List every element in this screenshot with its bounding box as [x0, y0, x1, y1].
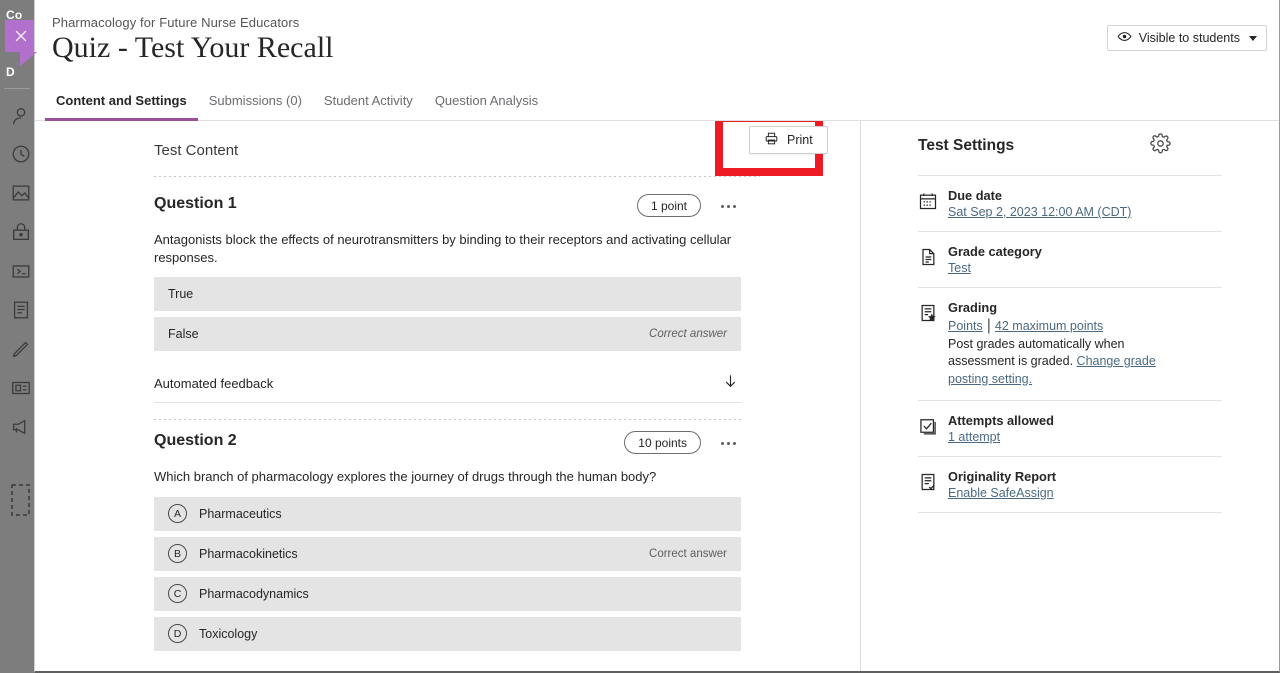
print-label: Print: [787, 133, 813, 147]
setting-grade-category: Grade category Test: [861, 232, 1279, 287]
question-prompt: Antagonists block the effects of neurotr…: [154, 232, 732, 265]
automated-feedback-toggle[interactable]: Automated feedback: [154, 365, 741, 404]
section-title: Test Content: [154, 142, 239, 159]
tab-submissions[interactable]: Submissions (0): [198, 93, 313, 120]
option-text: True: [168, 287, 194, 302]
arrow-down-icon: [722, 372, 739, 393]
due-date-link[interactable]: Sat Sep 2, 2023 12:00 AM (CDT): [948, 205, 1171, 219]
correct-answer-label: Correct answer: [649, 547, 727, 560]
main-panel: Pharmacology for Future Nurse Educators …: [34, 0, 1280, 673]
setting-grading: Grading Points | 42 maximum points Post gr…: [861, 288, 1279, 400]
answer-option[interactable]: True: [154, 277, 741, 312]
breadcrumb: Pharmacology for Future Nurse Educators: [52, 15, 300, 30]
setting-label: Due date: [948, 188, 1003, 203]
setting-attempts-allowed: Attempts allowed 1 attempt: [861, 401, 1279, 456]
settings-rule: [918, 511, 1222, 513]
option-letter: B: [168, 544, 187, 564]
print-button-wrap: Print: [715, 121, 828, 176]
rail-label-dashboard[interactable]: D: [6, 65, 15, 79]
test-content-header: Test Content Print: [35, 121, 860, 183]
option-text: Toxicology: [199, 626, 258, 641]
answer-option[interactable]: A Pharmaceutics: [154, 496, 741, 531]
attempts-link[interactable]: 1 attempt: [948, 430, 1171, 444]
visibility-label: Visible to students: [1138, 31, 1240, 45]
option-text: Pharmacodynamics: [199, 586, 309, 601]
chevron-down-icon: [1249, 35, 1257, 41]
answer-option[interactable]: C Pharmacodynamics: [154, 576, 741, 611]
activity-clock-icon[interactable]: [8, 141, 34, 167]
calendar-rail-icon[interactable]: [8, 258, 34, 284]
option-letter: A: [168, 504, 187, 524]
correct-answer-label: Correct answer: [649, 328, 727, 341]
page-header: Pharmacology for Future Nurse Educators …: [35, 0, 1279, 80]
checkbox-icon: [918, 416, 938, 436]
answer-option[interactable]: False Correct answer: [154, 317, 741, 352]
max-points-link[interactable]: 42 maximum points: [995, 319, 1103, 333]
setting-label: Attempts allowed: [948, 412, 1054, 428]
visibility-dropdown-button[interactable]: Visible to students: [1106, 25, 1267, 51]
profile-icon[interactable]: [8, 103, 34, 129]
automated-feedback-label: Automated feedback: [154, 376, 274, 392]
setting-label: Grading: [948, 300, 998, 315]
option-text: False: [168, 327, 199, 342]
grade-category-link[interactable]: Test: [948, 261, 1171, 275]
answer-option[interactable]: B Pharmacokinetics Correct answer: [154, 536, 741, 571]
test-settings-header: Test Settings: [861, 121, 1279, 175]
test-content-column: Test Content Print Question 1 1 point An…: [35, 121, 860, 671]
question-header: Question 1 1 point: [154, 183, 741, 231]
question-block: Question 2 10 points Which branch of pha…: [35, 420, 860, 651]
kebab-menu-icon[interactable]: [715, 434, 741, 452]
print-button[interactable]: Print: [749, 126, 828, 154]
app-root: Co D Pharmacology for Future Nurse Educa…: [0, 0, 1280, 673]
setting-label: Grade category: [948, 244, 1042, 259]
option-text: Pharmacokinetics: [199, 546, 298, 561]
close-icon[interactable]: [5, 20, 34, 52]
grading-points-link[interactable]: Points: [948, 319, 983, 333]
question-header: Question 2 10 points: [154, 420, 741, 468]
printer-icon: [764, 131, 779, 149]
question-block: Question 1 1 point Antagonists block the…: [35, 183, 860, 404]
collapse-dashed-icon[interactable]: [8, 484, 34, 516]
calendar-icon: [918, 191, 938, 211]
option-text: Pharmaceutics: [199, 506, 282, 521]
answer-option[interactable]: D Toxicology: [154, 616, 741, 651]
question-title: Question 1: [154, 195, 237, 212]
option-letter: D: [168, 624, 187, 644]
kebab-menu-icon[interactable]: [715, 197, 741, 215]
question-prompt: Which branch of pharmacology explores th…: [154, 469, 657, 485]
setting-originality-report: Originality Report Enable SafeAssign: [861, 457, 1279, 512]
grading-star-icon: [918, 303, 938, 323]
tab-content-and-settings[interactable]: Content and Settings: [45, 93, 198, 121]
section-divider: [154, 176, 760, 177]
eye-icon: [1117, 29, 1132, 47]
setting-label: Originality Report: [948, 468, 1057, 484]
question-title: Question 2: [154, 432, 237, 450]
grades-icon[interactable]: [8, 297, 34, 323]
link-separator: |: [986, 317, 991, 334]
tab-student-activity[interactable]: Student Activity: [313, 93, 424, 120]
global-navigation-rail: Co D: [0, 0, 34, 673]
organizations-lock-icon[interactable]: [8, 219, 34, 245]
tab-question-analysis[interactable]: Question Analysis: [424, 93, 549, 120]
test-settings-title: Test Settings: [918, 137, 1015, 154]
page-title: Quiz - Test Your Recall: [52, 31, 334, 64]
content-collection-icon[interactable]: [8, 375, 34, 401]
points-badge: 1 point: [636, 194, 701, 217]
report-check-icon: [918, 472, 938, 492]
option-letter: C: [168, 584, 187, 604]
document-icon: [918, 247, 938, 267]
courses-image-icon[interactable]: [8, 180, 34, 206]
safeassign-link[interactable]: Enable SafeAssign: [948, 486, 1171, 500]
test-settings-column: Test Settings Due date Sat Sep 2, 2023 1…: [861, 121, 1279, 671]
tab-bar: Content and Settings Submissions (0) Stu…: [35, 80, 1279, 121]
page-body: Test Content Print Question 1 1 point An…: [35, 121, 1279, 671]
gear-icon[interactable]: [1150, 133, 1171, 159]
tools-pencil-icon[interactable]: [8, 336, 34, 362]
setting-due-date: Due date Sat Sep 2, 2023 12:00 AM (CDT): [861, 176, 1279, 231]
points-badge: 10 points: [624, 431, 701, 455]
close-pointer-tail: [20, 52, 37, 66]
support-megaphone-icon[interactable]: [8, 414, 34, 440]
